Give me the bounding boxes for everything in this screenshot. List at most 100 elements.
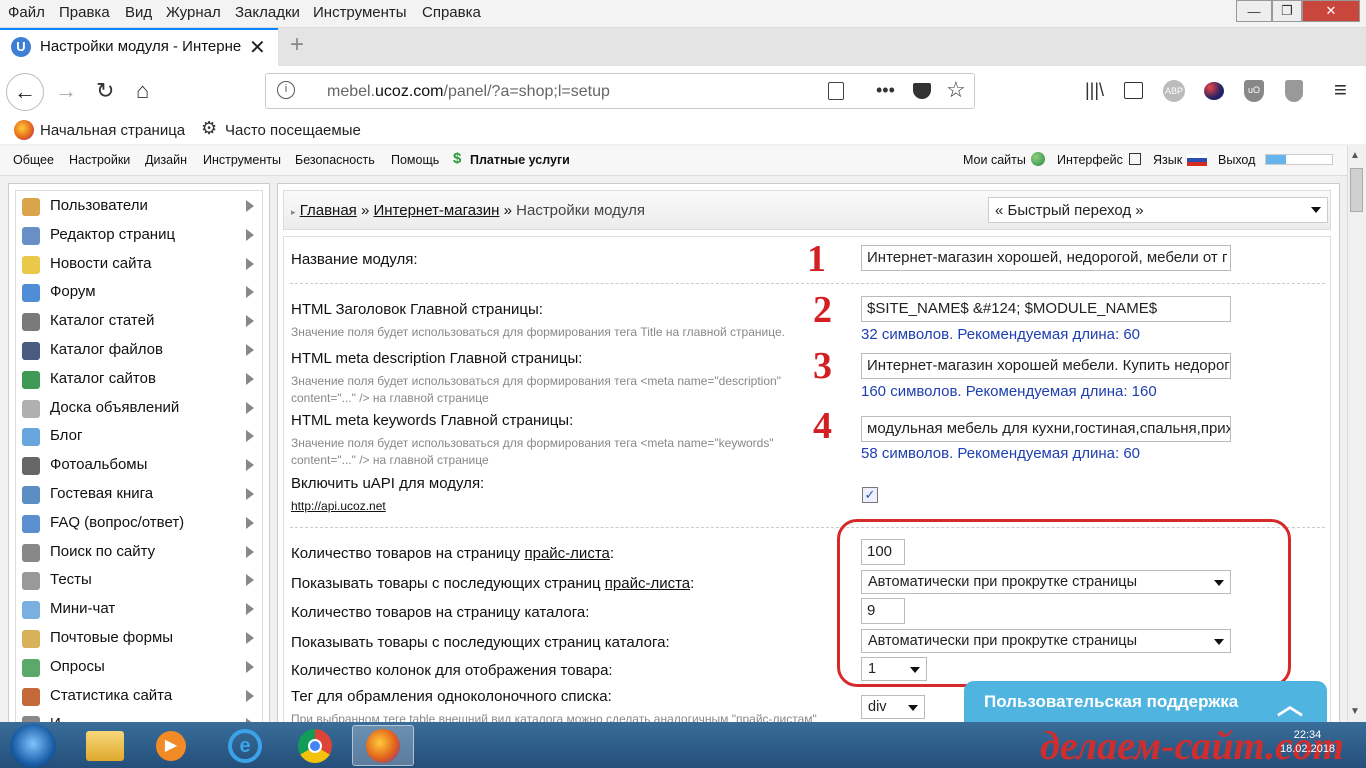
scroll-up-arrow-icon[interactable]: ▲ [1350, 150, 1360, 161]
menu-file[interactable]: Файл [8, 4, 45, 21]
nav-paid[interactable]: Платные услуги [470, 153, 570, 167]
sidebar-item[interactable]: Тесты [22, 570, 256, 594]
breadcrumb-home[interactable]: Главная [300, 202, 357, 219]
sidebar-item[interactable]: Гостевая книга [22, 484, 256, 508]
nav-tools[interactable]: Инструменты [203, 153, 281, 167]
info-icon[interactable]: i [277, 81, 295, 99]
nav-settings[interactable]: Настройки [69, 153, 130, 167]
firefox-taskbar-icon[interactable] [352, 725, 414, 766]
back-button[interactable]: ← [6, 73, 44, 111]
expand-arrow-icon[interactable] [246, 574, 254, 587]
sidebar-toggle-icon[interactable] [1124, 82, 1143, 99]
nav-design[interactable]: Дизайн [145, 153, 187, 167]
tab-title[interactable]: Настройки модуля - Интерне [40, 38, 245, 55]
expand-arrow-icon[interactable] [246, 660, 254, 673]
price-list-link[interactable]: прайс-листа [525, 545, 610, 562]
scroll-thumb[interactable] [1350, 168, 1363, 212]
expand-arrow-icon[interactable] [246, 689, 254, 702]
price-list-link[interactable]: прайс-листа [605, 575, 690, 592]
start-button[interactable] [10, 724, 56, 768]
uapi-link[interactable]: http://api.ucoz.net [291, 499, 386, 513]
page-scrollbar[interactable] [1347, 146, 1366, 722]
expand-arrow-icon[interactable] [246, 315, 254, 328]
sidebar-item[interactable]: Доска объявлений [22, 398, 256, 422]
interface-box-icon[interactable] [1129, 153, 1141, 165]
extension-dots-icon[interactable] [1204, 82, 1224, 100]
media-player-taskbar-icon[interactable]: ▶ [140, 725, 202, 766]
sidebar-item[interactable]: Форум [22, 282, 256, 306]
expand-arrow-icon[interactable] [246, 286, 254, 299]
minimize-button[interactable]: — [1236, 0, 1272, 22]
sidebar-item[interactable]: Редактор страниц [22, 225, 256, 249]
expand-arrow-icon[interactable] [246, 545, 254, 558]
quick-jump-select[interactable]: « Быстрый переход » [988, 197, 1328, 223]
module-name-input[interactable]: Интернет-магазин хорошей, недорогой, меб… [861, 245, 1231, 271]
sidebar-item[interactable]: Блог [22, 426, 256, 450]
url-text[interactable]: mebel.ucoz.com/panel/?a=shop;l=setup [327, 83, 610, 101]
expand-arrow-icon[interactable] [246, 401, 254, 414]
support-widget[interactable]: Пользовательская поддержка ︿ [964, 681, 1327, 723]
chrome-taskbar-icon[interactable] [284, 725, 346, 766]
menu-tools[interactable]: Инструменты [313, 4, 407, 21]
sidebar-item[interactable]: Фотоальбомы [22, 455, 256, 479]
maximize-button[interactable]: ❐ [1272, 0, 1302, 22]
breadcrumb-shop[interactable]: Интернет-магазин [373, 202, 499, 219]
expand-arrow-icon[interactable] [246, 257, 254, 270]
sidebar-item[interactable]: Опросы [22, 657, 256, 681]
menu-view[interactable]: Вид [125, 4, 152, 21]
expand-arrow-icon[interactable] [246, 430, 254, 443]
reader-view-icon[interactable] [828, 82, 844, 100]
more-actions-icon[interactable]: ••• [876, 80, 895, 101]
close-window-button[interactable]: ✕ [1302, 0, 1360, 22]
new-tab-icon[interactable]: + [290, 31, 304, 59]
wrap-tag-select[interactable]: div [861, 695, 925, 719]
menu-edit[interactable]: Правка [59, 4, 110, 21]
nav-logout[interactable]: Выход [1218, 153, 1255, 167]
shield-icon[interactable] [1285, 80, 1303, 102]
sidebar-item[interactable]: Мини-чат [22, 599, 256, 623]
sidebar-item[interactable]: Пользователи [22, 196, 256, 220]
expand-arrow-icon[interactable] [246, 488, 254, 500]
meta-keys-input[interactable]: модульная мебель для кухни,гостиная,спал… [861, 416, 1231, 442]
sidebar-item[interactable]: Каталог файлов [22, 340, 256, 364]
expand-arrow-icon[interactable] [246, 200, 254, 212]
expand-arrow-icon[interactable] [246, 344, 254, 356]
expand-arrow-icon[interactable] [246, 516, 254, 529]
menu-bookmarks[interactable]: Закладки [235, 4, 300, 21]
scroll-down-arrow-icon[interactable]: ▼ [1350, 706, 1360, 717]
system-clock[interactable]: 22:34 18.02.2018 [1280, 728, 1335, 756]
html-title-input[interactable]: $SITE_NAME$ &#124; $MODULE_NAME$ [861, 296, 1231, 322]
library-icon[interactable]: |||\ [1085, 80, 1104, 101]
sidebar-item[interactable]: Каталог статей [22, 311, 256, 335]
menu-history[interactable]: Журнал [166, 4, 221, 21]
sidebar-item[interactable]: FAQ (вопрос/ответ) [22, 513, 256, 537]
close-tab-icon[interactable]: ✕ [249, 35, 266, 60]
sidebar-item[interactable]: Новости сайта [22, 254, 256, 278]
forward-button[interactable]: → [55, 78, 77, 104]
menu-help[interactable]: Справка [422, 4, 481, 21]
bookmark-frequent[interactable]: Часто посещаемые [225, 122, 361, 139]
sidebar-item[interactable]: Статистика сайта [22, 686, 256, 710]
expand-arrow-icon[interactable] [246, 459, 254, 472]
chevron-up-icon[interactable]: ︿ [1277, 685, 1303, 722]
explorer-taskbar-icon[interactable] [74, 725, 136, 766]
nav-security[interactable]: Безопасность [295, 153, 375, 167]
expand-arrow-icon[interactable] [246, 603, 254, 616]
sidebar-item[interactable]: Почтовые формы [22, 628, 256, 652]
expand-arrow-icon[interactable] [246, 228, 254, 241]
ublock-icon[interactable]: uO [1244, 80, 1264, 102]
ie-taskbar-icon[interactable]: e [214, 725, 276, 766]
adblock-icon[interactable]: ABP [1163, 80, 1185, 102]
russia-flag-icon[interactable] [1187, 154, 1207, 166]
meta-desc-input[interactable]: Интернет-магазин хорошей мебели. Купить … [861, 353, 1231, 379]
expand-arrow-icon[interactable] [246, 372, 254, 385]
nav-help[interactable]: Помощь [391, 153, 439, 167]
bookmark-star-icon[interactable]: ☆ [946, 77, 966, 103]
sidebar-item[interactable]: Поиск по сайту [22, 542, 256, 566]
reload-button[interactable]: ↻ [96, 78, 114, 104]
home-icon[interactable]: ⌂ [136, 78, 149, 104]
nav-my-sites[interactable]: Мои сайты [963, 153, 1026, 167]
nav-general[interactable]: Общее [13, 153, 54, 167]
expand-arrow-icon[interactable] [246, 632, 254, 644]
nav-interface[interactable]: Интерфейс [1057, 153, 1123, 167]
